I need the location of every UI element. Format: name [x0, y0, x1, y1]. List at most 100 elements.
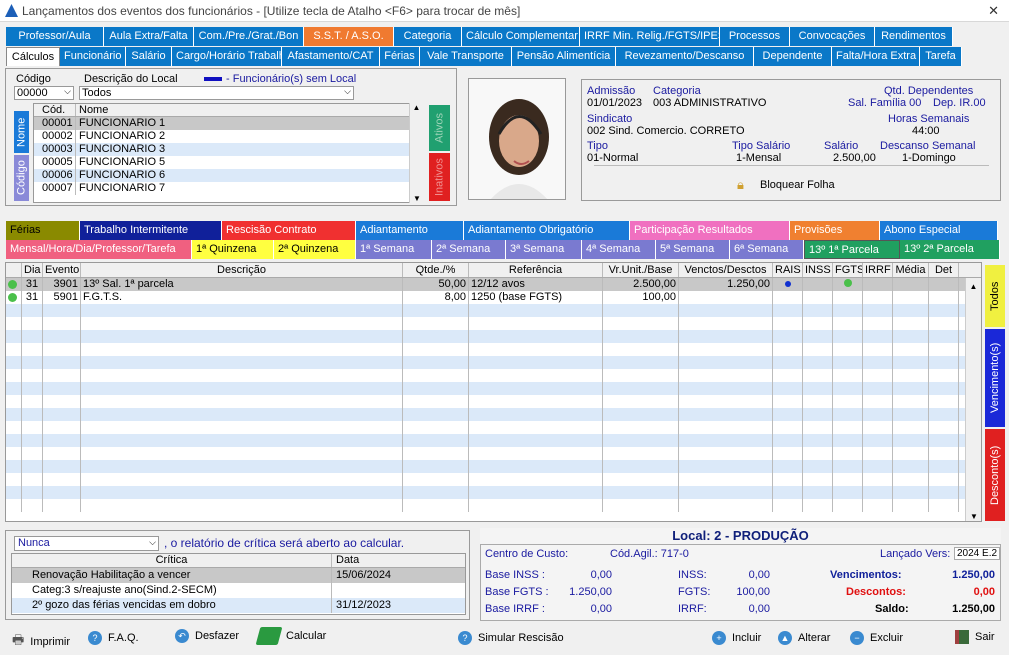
calc-tab[interactable]: 1ª Semana [356, 240, 432, 259]
excluir-button[interactable]: − Excluir [850, 631, 903, 645]
list-item[interactable]: 00007 FUNCIONARIO 7 [34, 182, 422, 195]
sair-button[interactable]: Sair [955, 630, 995, 644]
table-row[interactable] [6, 421, 981, 434]
critica-select[interactable]: Nunca ⌵ [14, 536, 159, 551]
table-row[interactable] [6, 434, 981, 447]
table-row[interactable] [6, 369, 981, 382]
top-tab[interactable]: Revezamento/Descanso [616, 47, 754, 66]
calc-tab[interactable]: 2ª Semana [432, 240, 506, 259]
list-item[interactable]: 00003 FUNCIONARIO 3 [34, 143, 422, 156]
row-cell: 3901 [43, 278, 81, 291]
table-row[interactable] [6, 343, 981, 356]
top-tab[interactable]: Tarefa [920, 47, 962, 66]
top-tab[interactable]: Aula Extra/Falta [104, 27, 194, 46]
vtab-nome[interactable]: Nome [14, 111, 29, 153]
bloquear-folha[interactable]: Bloquear Folha [760, 179, 835, 191]
table-row[interactable] [6, 460, 981, 473]
descricao-select[interactable]: Todos ⌵ [79, 86, 354, 100]
scroll-up-icon[interactable]: ▲ [966, 282, 981, 291]
side-tab-descontos[interactable]: Desconto(s) [985, 429, 1005, 521]
scroll-down-icon[interactable]: ▼ [966, 512, 981, 521]
table-row[interactable] [6, 473, 981, 486]
top-tab[interactable]: Pensão Alimentícia [512, 47, 616, 66]
list-item[interactable]: 00001 FUNCIONARIO 1 [34, 117, 422, 130]
calc-tab[interactable]: 1ª Quinzena [192, 240, 274, 259]
critica-row[interactable]: 2º gozo das férias vencidas em dobro 31/1… [12, 598, 465, 613]
top-tab[interactable]: Férias [380, 47, 420, 66]
row-cell [469, 447, 603, 460]
codigo-select[interactable]: 00000 ⌵ [14, 86, 74, 100]
desfazer-button[interactable]: ↶ Desfazer [175, 629, 239, 643]
calc-tab[interactable]: Adiantamento [356, 221, 464, 240]
alterar-button[interactable]: ▲ Alterar [778, 631, 830, 645]
vtab-inativos[interactable]: Inativos [429, 153, 450, 201]
list-item[interactable]: 00005 FUNCIONARIO 5 [34, 156, 422, 169]
table-row[interactable] [6, 382, 981, 395]
side-tab-vencimentos[interactable]: Vencimento(s) [985, 329, 1005, 427]
table-row[interactable] [6, 304, 981, 317]
top-tab[interactable]: Dependente [754, 47, 832, 66]
top-tab[interactable]: Afastamento/CAT [282, 47, 380, 66]
calc-tab[interactable]: 3ª Semana [506, 240, 582, 259]
critica-row[interactable]: Categ:3 s/reajuste ano(Sind.2-SECM) [12, 583, 465, 598]
top-tab[interactable]: Salário [126, 47, 172, 66]
calc-tab[interactable]: 6ª Semana [730, 240, 804, 259]
calc-tab[interactable]: 2ª Quinzena [274, 240, 356, 259]
calc-tab[interactable]: 5ª Semana [656, 240, 730, 259]
top-tab[interactable]: Cálculo Complementar [462, 27, 580, 46]
calcular-button[interactable]: Calcular [255, 627, 326, 645]
calc-tab[interactable]: Provisões [790, 221, 880, 240]
imprimir-button[interactable]: 🖶︎ Imprimir [12, 631, 70, 653]
qtd-dep-label: Qtd. Dependentes [884, 85, 974, 97]
vtab-ativos[interactable]: Ativos [429, 105, 450, 151]
top-tab[interactable]: Processos [720, 27, 790, 46]
list-item[interactable]: 00006 FUNCIONARIO 6 [34, 169, 422, 182]
table-row[interactable] [6, 408, 981, 421]
table-row[interactable]: 31 5901 F.G.T.S. 8,00 1250 (base FGTS) 100,00 [6, 291, 981, 304]
table-row[interactable] [6, 330, 981, 343]
top-tab[interactable]: Com./Pre./Grat./Bon [194, 27, 304, 46]
table-row[interactable]: 31 3901 13º Sal. 1ª parcela 50,00 12/12 avos… [6, 278, 981, 291]
scroll-up-icon[interactable]: ▲ [410, 103, 423, 112]
calc-tab[interactable]: Adiantamento Obrigatório [464, 221, 630, 240]
top-tab[interactable]: Categoria [394, 27, 462, 46]
side-tab-todos[interactable]: Todos [985, 265, 1005, 327]
table-row[interactable] [6, 447, 981, 460]
top-tab[interactable]: Professor/Aula [6, 27, 104, 46]
close-icon[interactable]: ✕ [988, 3, 999, 19]
incluir-button[interactable]: + Incluir [712, 631, 761, 645]
calc-tab[interactable]: Férias [6, 221, 80, 240]
calc-tab[interactable]: Trabalho Intermitente [80, 221, 222, 240]
top-tab[interactable]: Rendimentos [875, 27, 953, 46]
table-row[interactable] [6, 486, 981, 499]
top-tab[interactable]: Falta/Hora Extra [832, 47, 920, 66]
top-tab[interactable]: Convocações [790, 27, 875, 46]
list-item[interactable]: 00002 FUNCIONARIO 2 [34, 130, 422, 143]
employee-scrollbar[interactable]: ▲ ▼ [409, 103, 423, 203]
table-row[interactable] [6, 317, 981, 330]
scroll-down-icon[interactable]: ▼ [410, 194, 424, 203]
row-cell [603, 473, 679, 486]
row-cell [833, 408, 863, 421]
top-tab[interactable]: IRRF Min. Relig./FGTS/IPESP [580, 27, 720, 46]
critica-row[interactable]: Renovação Habilitação a vencer 15/06/2024 [12, 568, 465, 583]
top-tab[interactable]: Cálculos [6, 47, 60, 66]
top-tab[interactable]: Cargo/Horário Trabalho [172, 47, 282, 66]
calc-tab[interactable]: 4ª Semana [582, 240, 656, 259]
calc-tab[interactable]: Mensal/Hora/Dia/Professor/Tarefa [6, 240, 192, 259]
vtab-codigo[interactable]: Código [14, 155, 29, 201]
top-tab[interactable]: S.S.T. / A.S.O. [304, 27, 394, 46]
top-tab[interactable]: Vale Transporte [420, 47, 512, 66]
top-tab[interactable]: Funcionário [60, 47, 126, 66]
calc-tab[interactable]: 13º 2ª Parcela [900, 240, 1000, 259]
faq-button[interactable]: ? F.A.Q. [88, 631, 139, 645]
events-scrollbar[interactable]: ▲ ▼ [965, 278, 981, 521]
simular-button[interactable]: ? Simular Rescisão [458, 631, 564, 645]
table-row[interactable] [6, 499, 981, 512]
calc-tab[interactable]: Abono Especial [880, 221, 998, 240]
calc-tab[interactable]: Rescisão Contrato [222, 221, 356, 240]
table-row[interactable] [6, 356, 981, 369]
table-row[interactable] [6, 395, 981, 408]
calc-tab[interactable]: 13º 1ª Parcela [804, 240, 900, 259]
calc-tab[interactable]: Participação Resultados [630, 221, 790, 240]
